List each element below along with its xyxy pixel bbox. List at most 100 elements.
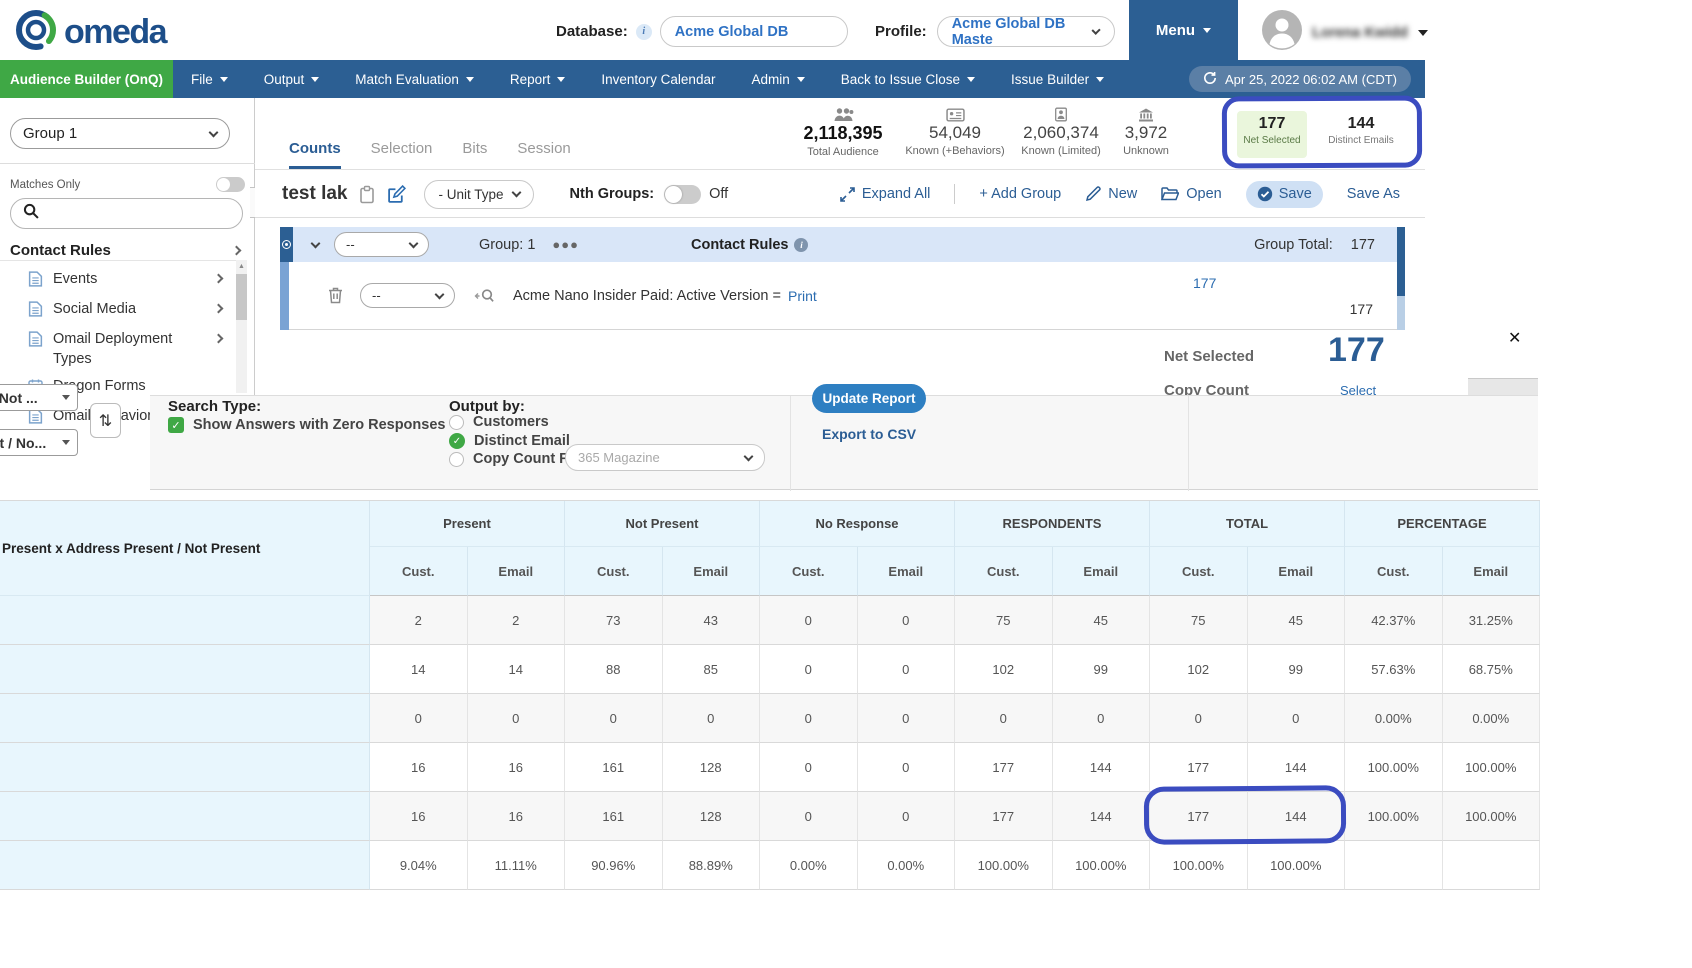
profile-label: Profile:: [875, 23, 927, 40]
export-to-csv-link[interactable]: Export to CSV: [822, 426, 916, 442]
table-cell: 100.00%: [1345, 792, 1443, 841]
column-subheader-cust: Cust.: [760, 547, 858, 596]
search-icon: [23, 203, 39, 224]
chevron-down-icon: [557, 77, 565, 82]
unit-type-select[interactable]: - Unit Type: [424, 180, 533, 209]
table-cell: 100.00%: [1053, 841, 1151, 890]
column-group-respondents: RESPONDENTS: [955, 501, 1150, 547]
new-label: New: [1108, 186, 1137, 202]
nav-item-issue-builder[interactable]: Issue Builder: [993, 60, 1122, 98]
group-scrollbar[interactable]: [1397, 227, 1405, 330]
table-cell: 177: [1150, 792, 1248, 841]
group-select[interactable]: Group 1: [10, 118, 230, 149]
add-group-label: + Add Group: [979, 186, 1061, 202]
add-group-button[interactable]: + Add Group: [979, 186, 1061, 202]
column-subheader-cust: Cust.: [955, 547, 1053, 596]
delete-rule-button[interactable]: [328, 287, 343, 304]
group-operator-select[interactable]: --: [334, 232, 429, 257]
edit-title-icon[interactable]: [387, 185, 406, 204]
database-input[interactable]: Acme Global DB: [660, 16, 848, 47]
sidebar-section-contact-rules[interactable]: Contact Rules: [10, 242, 240, 259]
refresh-timestamp[interactable]: Apr 25, 2022 06:02 AM (CDT): [1189, 66, 1411, 92]
filter-select-2[interactable]: nt / No...: [0, 429, 78, 456]
save-button[interactable]: Save: [1246, 181, 1323, 208]
chevron-down-icon: [409, 238, 419, 248]
nav-item-back-to-issue-close[interactable]: Back to Issue Close: [823, 60, 993, 98]
tab-counts[interactable]: Counts: [289, 140, 341, 169]
omeda-logo: omeda: [14, 8, 166, 57]
scrollbar-thumb[interactable]: [1397, 227, 1405, 296]
tab-selection[interactable]: Selection: [371, 140, 433, 169]
copy-count-for-select[interactable]: 365 Magazine: [565, 444, 765, 471]
group-grip[interactable]: [280, 227, 293, 262]
search-input[interactable]: [10, 198, 243, 229]
chevron-down-icon: [209, 127, 219, 137]
nth-groups-toggle[interactable]: [664, 185, 701, 204]
nav-item-report[interactable]: Report: [492, 60, 584, 98]
table-cell: [1443, 841, 1541, 890]
copy-clipboard-icon[interactable]: [359, 185, 375, 204]
nav-item-audience-builder[interactable]: Audience Builder (OnQ): [0, 60, 173, 98]
tab-session[interactable]: Session: [517, 140, 570, 169]
scrollbar-thumb[interactable]: [236, 274, 247, 320]
app-header: omeda Database: i Acme Global DB Profile…: [0, 0, 1692, 60]
stat-value: 2,060,374: [1003, 123, 1119, 143]
database-info-icon[interactable]: i: [636, 24, 652, 40]
table-cell: 144: [1053, 792, 1151, 841]
nav-item-file[interactable]: File: [173, 60, 246, 98]
column-group-present: Present: [370, 501, 565, 547]
swap-order-button[interactable]: ⇅: [90, 403, 121, 438]
open-button[interactable]: Open: [1161, 186, 1221, 202]
sidebar-item-events[interactable]: Events: [0, 266, 236, 296]
expand-all-button[interactable]: Expand All: [840, 186, 931, 202]
sidebar-item-omail-deployment-types[interactable]: Omail Deployment Types: [0, 326, 236, 373]
menu-label: Menu: [1156, 22, 1195, 39]
rule-value-link[interactable]: Print: [788, 288, 817, 304]
nav-item-inventory-calendar[interactable]: Inventory Calendar: [583, 60, 733, 98]
table-cell: 99: [1248, 645, 1346, 694]
nav-item-match-evaluation[interactable]: Match Evaluation: [337, 60, 492, 98]
table-cell: 14: [468, 645, 566, 694]
group-menu-button[interactable]: ●●●: [552, 237, 579, 252]
table-cell: 0: [858, 596, 956, 645]
filter-select-1[interactable]: / Not ...: [0, 384, 78, 411]
chevron-down-icon: [967, 77, 975, 82]
rule-search-icon[interactable]: [474, 288, 495, 303]
distinct-email-radio[interactable]: ✓: [449, 433, 465, 449]
zero-responses-checkbox[interactable]: ✓: [168, 417, 184, 433]
menu-button[interactable]: Menu: [1129, 0, 1238, 60]
copy-count-radio[interactable]: [449, 452, 464, 467]
file-icon: [28, 408, 44, 429]
rule-text: Acme Nano Insider Paid: Active Version =: [513, 288, 781, 304]
nav-item-admin[interactable]: Admin: [733, 60, 822, 98]
expand-all-label: Expand All: [862, 186, 931, 202]
table-cell: 16: [468, 792, 566, 841]
database-label: Database:: [556, 23, 628, 40]
rule-grip: [280, 262, 289, 330]
rule-operator-select[interactable]: --: [360, 283, 455, 308]
distinct-emails-value: 144: [1323, 115, 1399, 133]
table-cell: 100.00%: [1443, 743, 1541, 792]
scroll-up-icon[interactable]: ▲: [236, 260, 247, 273]
nav-item-output[interactable]: Output: [246, 60, 338, 98]
collapse-group-icon[interactable]: [311, 238, 321, 248]
profile-select[interactable]: Acme Global DB Maste: [937, 16, 1115, 47]
net-selected-summary-value: 177: [1328, 331, 1385, 370]
table-cell: 0.00%: [858, 841, 956, 890]
table-cell: 0: [858, 694, 956, 743]
new-button[interactable]: New: [1085, 186, 1137, 202]
table-cell: 0.00%: [1443, 694, 1541, 743]
sidebar-item-social-media[interactable]: Social Media: [0, 296, 236, 326]
tab-bits[interactable]: Bits: [462, 140, 487, 169]
close-icon[interactable]: ✕: [1508, 328, 1521, 348]
sidebar-scrollbar[interactable]: ▲: [236, 260, 247, 393]
customers-radio[interactable]: [449, 415, 464, 430]
column-subheader-email: Email: [1443, 547, 1541, 596]
save-as-button[interactable]: Save As: [1347, 186, 1400, 202]
update-report-button[interactable]: Update Report: [812, 384, 926, 413]
group-panel: -- Group: 1 ●●● Contact Rules i Group To…: [280, 227, 1405, 330]
save-as-label: Save As: [1347, 186, 1400, 202]
info-icon[interactable]: i: [794, 238, 808, 252]
user-menu[interactable]: Lorena Kwidd: [1262, 10, 1428, 55]
matches-only-toggle[interactable]: [216, 177, 245, 192]
